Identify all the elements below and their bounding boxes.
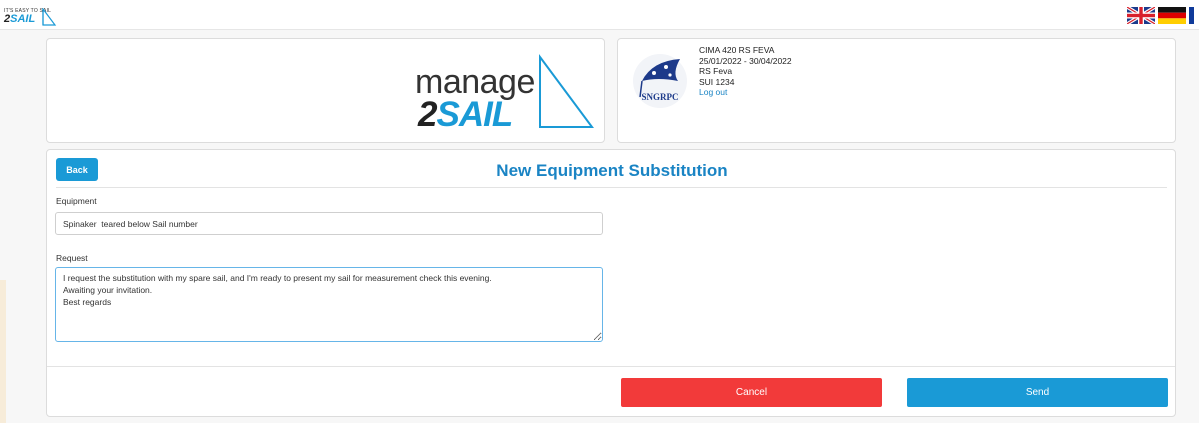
small-manage2sail-logo[interactable]: IT'S EASY TO SAIL 2SAIL <box>3 8 58 28</box>
cancel-button[interactable]: Cancel <box>621 378 882 407</box>
club-name: SNGRPC <box>641 92 679 102</box>
top-bar: IT'S EASY TO SAIL 2SAIL <box>0 0 1199 30</box>
language-switcher <box>1127 7 1199 24</box>
de-flag-icon[interactable] <box>1158 7 1186 24</box>
event-info-card: SNGRPC CIMA 420 RS FEVA 25/01/2022 - 30/… <box>617 38 1176 143</box>
divider <box>56 187 1167 188</box>
request-label: Request <box>56 253 88 263</box>
logout-link[interactable]: Log out <box>699 87 792 98</box>
equipment-label: Equipment <box>56 196 97 206</box>
event-dates: 25/01/2022 - 30/04/2022 <box>699 55 792 66</box>
logo-wordmark: 2SAIL <box>4 13 36 25</box>
substitution-form: Back New Equipment Substitution Equipmen… <box>46 149 1176 417</box>
boat-class: RS Feva <box>699 66 733 76</box>
background-strip <box>0 280 6 423</box>
club-logo: SNGRPC <box>632 47 688 111</box>
request-textarea[interactable]: I request the substitution with my spare… <box>55 267 603 342</box>
brand-card: manage 2SAIL <box>46 38 605 143</box>
logo-sail-text: 2SAIL <box>418 95 513 134</box>
page-title: New Equipment Substitution <box>496 161 728 180</box>
event-name: CIMA 420 RS FEVA <box>699 45 775 55</box>
sail-icon <box>42 8 57 26</box>
send-button[interactable]: Send <box>907 378 1168 407</box>
sail-number: SUI 1234 <box>699 76 735 87</box>
equipment-input[interactable] <box>55 212 603 235</box>
fr-flag-icon[interactable] <box>1189 7 1199 24</box>
uk-flag-icon[interactable] <box>1127 7 1155 24</box>
sail-icon <box>539 53 594 128</box>
event-details: CIMA 420 RS FEVA 25/01/2022 - 30/04/2022… <box>699 45 792 98</box>
manage2sail-logo: manage 2SAIL <box>410 53 600 134</box>
divider <box>47 366 1175 367</box>
